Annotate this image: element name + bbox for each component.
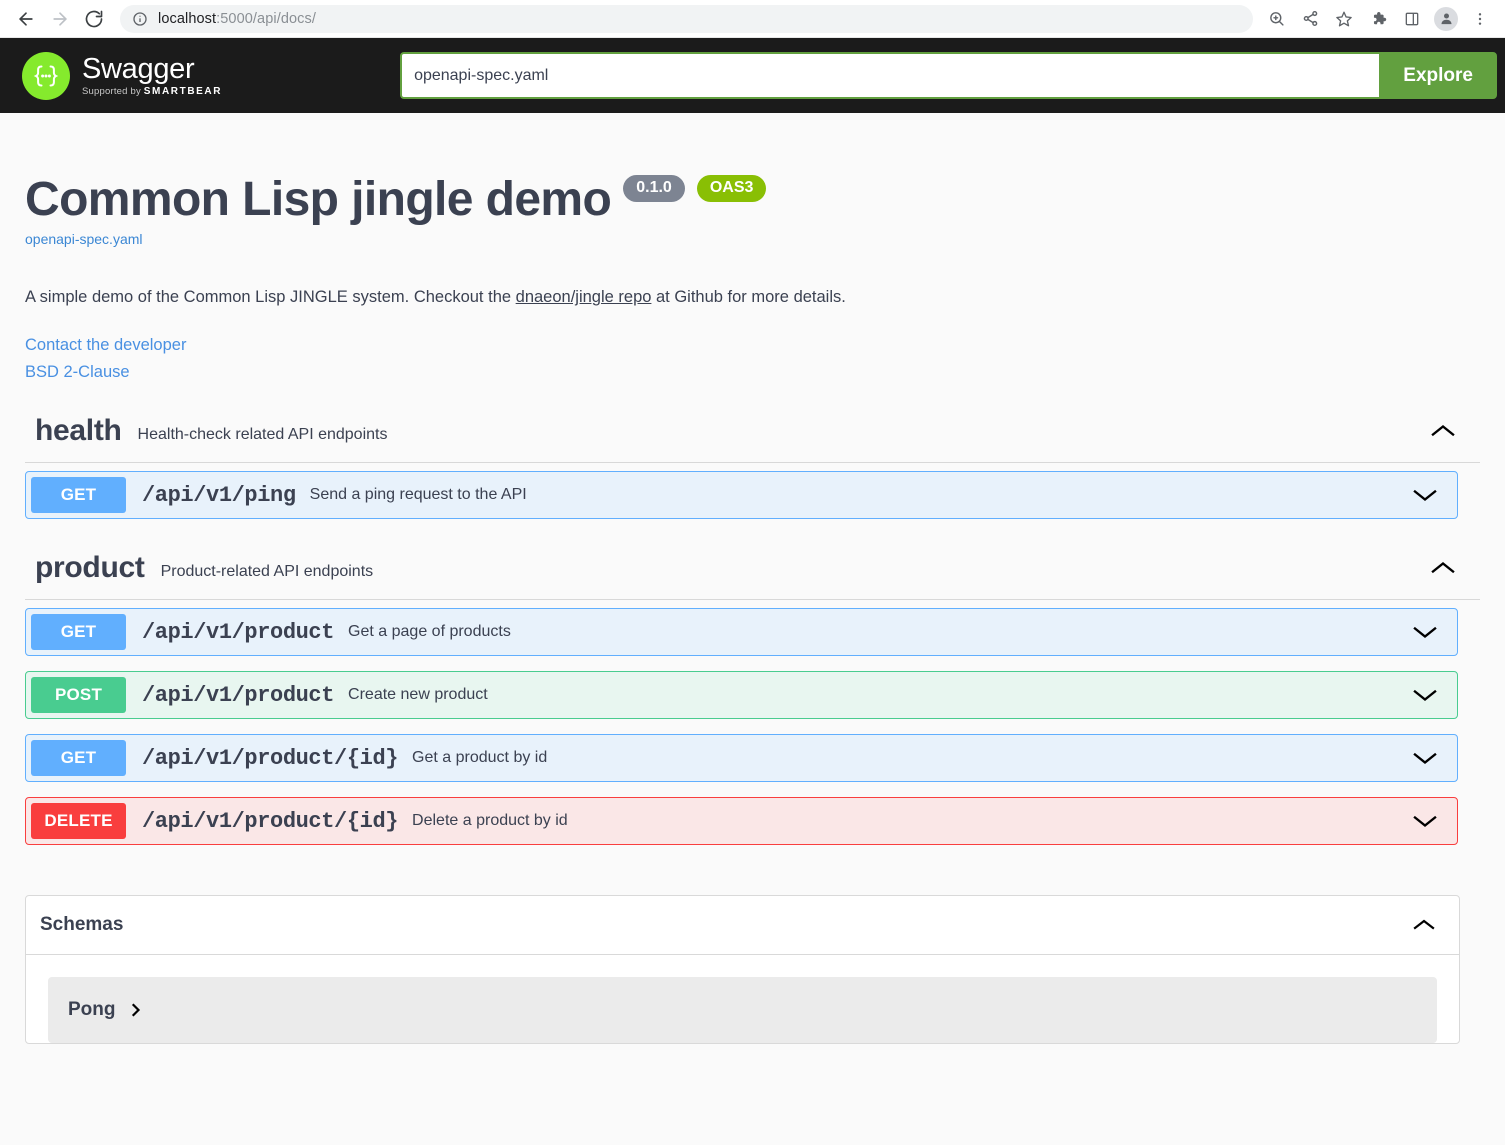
- url-host: localhost: [158, 10, 217, 27]
- profile-avatar-icon[interactable]: [1431, 4, 1461, 34]
- operation-path: /api/v1/product: [142, 619, 335, 645]
- method-badge-get: GET: [31, 477, 126, 514]
- contact-developer-link[interactable]: Contact the developer: [25, 336, 1480, 355]
- tag-description-product: Product-related API endpoints: [160, 563, 374, 581]
- page-title: Common Lisp jingle demo: [25, 173, 612, 226]
- jingle-repo-link[interactable]: dnaeon/jingle repo: [516, 288, 652, 306]
- chevron-down-icon[interactable]: [1412, 624, 1452, 640]
- operation-summary: Create new product: [348, 686, 488, 704]
- method-badge-delete: DELETE: [31, 803, 126, 840]
- operation-summary: Get a page of products: [348, 623, 511, 641]
- method-badge-get: GET: [31, 614, 126, 651]
- zoom-icon[interactable]: [1261, 4, 1291, 34]
- tag-description-health: Health-check related API endpoints: [137, 426, 388, 444]
- three-dot-menu-icon[interactable]: [1465, 4, 1495, 34]
- operation-list-product: GET /api/v1/product Get a page of produc…: [25, 600, 1480, 846]
- spec-file-link[interactable]: openapi-spec.yaml: [25, 231, 1480, 247]
- tag-name-product: product: [35, 551, 145, 585]
- swagger-logo[interactable]: Swagger Supported by SMARTBEAR: [22, 51, 223, 100]
- puzzle-icon[interactable]: [1363, 4, 1393, 34]
- schema-row-pong[interactable]: Pong: [48, 977, 1437, 1044]
- url-text: localhost:5000/api/docs/: [158, 11, 316, 27]
- schemas-title: Schemas: [40, 914, 124, 936]
- chevron-down-icon[interactable]: [1412, 813, 1452, 829]
- operation-row-delete-product-by-id[interactable]: DELETE /api/v1/product/{id} Delete a pro…: [25, 797, 1458, 846]
- schema-name: Pong: [68, 999, 116, 1021]
- operation-summary: Send a ping request to the API: [309, 486, 527, 504]
- forward-button[interactable]: [44, 3, 76, 35]
- swagger-ui-content: Common Lisp jingle demo 0.1.0 OAS3 opena…: [0, 113, 1505, 1045]
- operation-summary: Get a product by id: [412, 749, 548, 767]
- description-text-before: A simple demo of the Common Lisp JINGLE …: [25, 288, 516, 307]
- swagger-wordmark: Swagger Supported by SMARTBEAR: [82, 52, 223, 97]
- supported-by-text: Supported by: [82, 85, 144, 97]
- tag-section-health: health Health-check related API endpoint…: [25, 404, 1480, 520]
- browser-nav-buttons: [10, 3, 110, 35]
- chevron-right-icon[interactable]: [130, 1002, 142, 1018]
- operation-summary: Delete a product by id: [412, 812, 568, 830]
- avatar: [1434, 6, 1458, 31]
- address-bar[interactable]: localhost:5000/api/docs/: [120, 4, 1253, 33]
- tag-section-product: product Product-related API endpoints GE…: [25, 541, 1480, 846]
- operation-row-get-product-by-id[interactable]: GET /api/v1/product/{id} Get a product b…: [25, 734, 1458, 783]
- explore-button[interactable]: Explore: [1379, 52, 1497, 99]
- operation-row-get-ping[interactable]: GET /api/v1/ping Send a ping request to …: [25, 471, 1458, 520]
- method-badge-get: GET: [31, 740, 126, 777]
- api-description: A simple demo of the Common Lisp JINGLE …: [25, 285, 1480, 310]
- swagger-topbar: Swagger Supported by SMARTBEAR Explore: [0, 38, 1505, 113]
- description-text-after: at Github for more details.: [651, 288, 846, 307]
- url-path: :5000/api/docs/: [216, 10, 316, 27]
- info-icon[interactable]: [132, 11, 148, 27]
- schemas-header[interactable]: Schemas: [26, 896, 1459, 956]
- swagger-brace-icon: [22, 51, 70, 100]
- swagger-subtitle: Supported by SMARTBEAR: [82, 85, 223, 97]
- operation-path: /api/v1/product: [142, 682, 335, 708]
- operation-path: /api/v1/product/{id}: [142, 808, 399, 834]
- star-icon[interactable]: [1329, 4, 1359, 34]
- tag-name-health: health: [35, 414, 122, 448]
- api-title-row: Common Lisp jingle demo 0.1.0 OAS3: [25, 173, 1480, 226]
- browser-toolbar: localhost:5000/api/docs/: [0, 0, 1505, 38]
- license-link[interactable]: BSD 2-Clause: [25, 363, 1480, 382]
- chevron-down-icon[interactable]: [1412, 750, 1452, 766]
- chevron-up-icon[interactable]: [1430, 560, 1480, 576]
- operation-path: /api/v1/ping: [142, 482, 296, 508]
- chevron-up-icon[interactable]: [1430, 423, 1480, 439]
- smartbear-text: SMARTBEAR: [143, 85, 223, 97]
- tag-header-product[interactable]: product Product-related API endpoints: [25, 541, 1480, 601]
- oas-badge: OAS3: [696, 174, 767, 202]
- spec-url-form: Explore: [400, 52, 1505, 99]
- operation-row-get-product[interactable]: GET /api/v1/product Get a page of produc…: [25, 608, 1458, 657]
- share-icon[interactable]: [1295, 4, 1325, 34]
- operation-row-post-product[interactable]: POST /api/v1/product Create new product: [25, 671, 1458, 720]
- method-badge-post: POST: [31, 677, 126, 714]
- operation-list-health: GET /api/v1/ping Send a ping request to …: [25, 463, 1480, 520]
- reload-button[interactable]: [78, 3, 110, 35]
- split-screen-icon[interactable]: [1397, 4, 1427, 34]
- chevron-down-icon[interactable]: [1412, 687, 1452, 703]
- chevron-up-icon[interactable]: [1411, 917, 1437, 933]
- tag-header-health[interactable]: health Health-check related API endpoint…: [25, 404, 1480, 464]
- browser-toolbar-icons: [1261, 4, 1495, 34]
- chevron-down-icon[interactable]: [1412, 487, 1452, 503]
- schemas-panel: Schemas Pong: [25, 895, 1460, 1045]
- spec-url-input[interactable]: [400, 52, 1380, 99]
- operation-path: /api/v1/product/{id}: [142, 745, 399, 771]
- api-info-block: Common Lisp jingle demo 0.1.0 OAS3 opena…: [25, 113, 1480, 382]
- back-button[interactable]: [10, 3, 42, 35]
- swagger-title: Swagger: [82, 52, 195, 85]
- version-badge: 0.1.0: [623, 174, 685, 202]
- api-info-links: Contact the developer BSD 2-Clause: [25, 336, 1480, 382]
- schemas-body: Pong: [26, 955, 1459, 1044]
